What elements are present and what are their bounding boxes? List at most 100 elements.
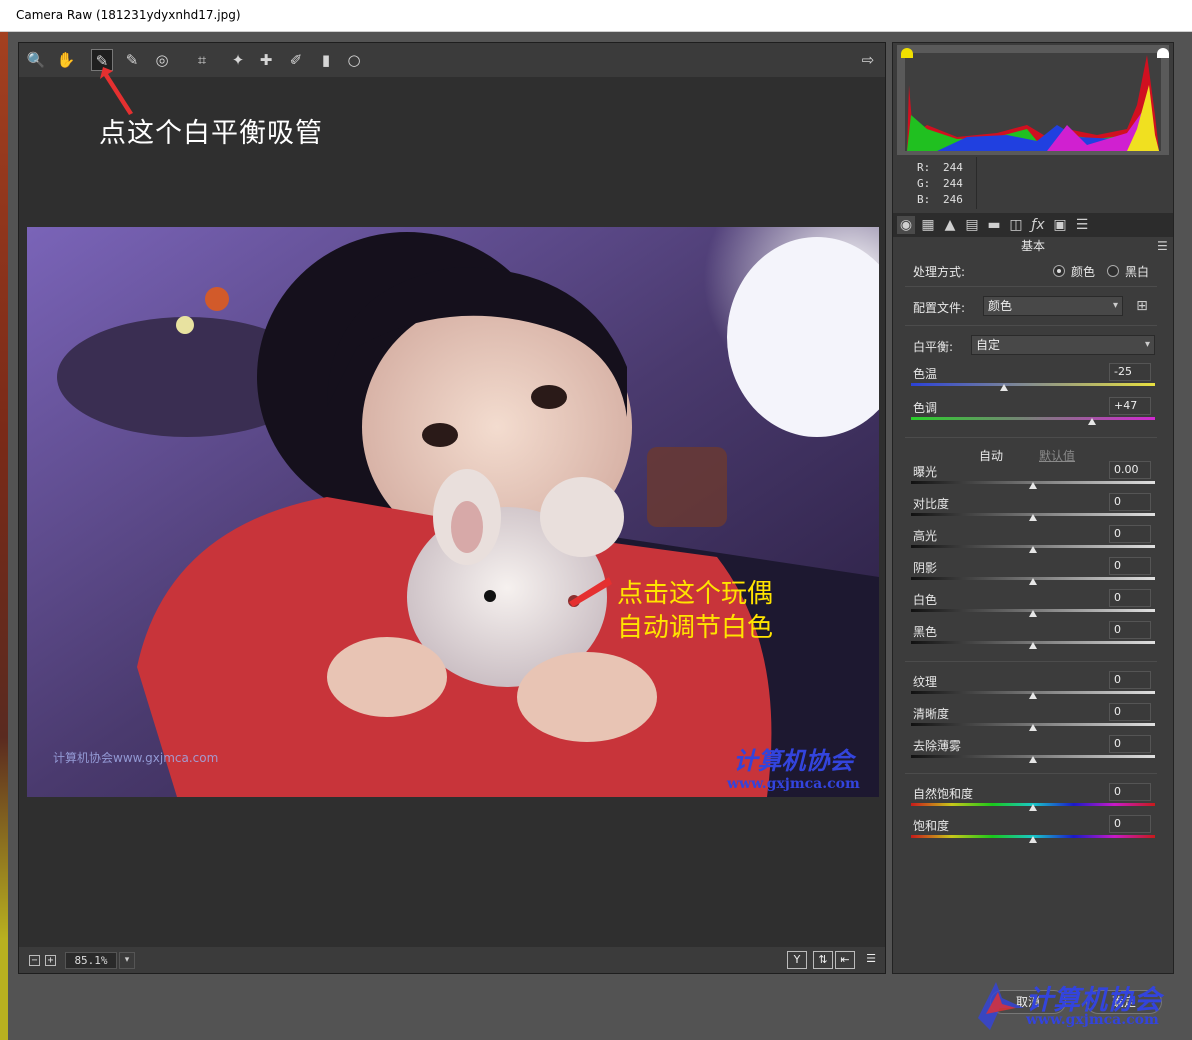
r-value: 244 — [943, 161, 963, 174]
slider-label: 对比度 — [913, 497, 950, 511]
slider-thumb[interactable] — [1029, 804, 1037, 811]
tab-calibration-icon[interactable]: ▣ — [1051, 216, 1069, 234]
profile-select[interactable]: 颜色 ▾ — [983, 296, 1123, 316]
zoom-in-button[interactable]: + — [45, 955, 56, 966]
tab-split-toning-icon[interactable]: ▬ — [985, 216, 1003, 234]
tab-detail-icon[interactable]: ▲ — [941, 216, 959, 234]
radial-filter-tool-icon[interactable]: ○ — [343, 49, 365, 71]
slider-thumb[interactable] — [1029, 514, 1037, 521]
annotation-photo-text: 点击这个玩偶 自动调节白色 — [617, 577, 773, 645]
hand-tool-icon[interactable]: ✋ — [55, 49, 77, 71]
slider-thumb[interactable] — [1029, 482, 1037, 489]
preview-panel: 🔍 ✋ ✎ ✎ ◎ ⌗ ✦ ✚ ✐ ▮ ○ ⇨ 点这个白平衡吸管 点击这个玩偶 … — [18, 42, 886, 974]
tab-effects-icon[interactable]: ƒx — [1029, 216, 1047, 234]
treatment-color-radio[interactable] — [1053, 265, 1065, 277]
slider-value-field[interactable]: 0 — [1109, 735, 1151, 753]
slider-thumb[interactable] — [1087, 418, 1096, 425]
tab-tone-curve-icon[interactable]: ▦ — [919, 216, 937, 234]
slider-label: 饱和度 — [913, 819, 950, 833]
slider-thumb[interactable] — [1029, 610, 1037, 617]
tab-presets-icon[interactable]: ☰ — [1073, 216, 1091, 234]
slider-value-field[interactable]: 0 — [1109, 621, 1151, 639]
zoom-out-button[interactable]: − — [29, 955, 40, 966]
tab-basic-icon[interactable]: ◉ — [897, 216, 915, 234]
slider-value-field[interactable]: 0 — [1109, 783, 1151, 801]
annotation-top-text: 点这个白平衡吸管 — [99, 118, 323, 149]
slider-label: 白色 — [913, 593, 938, 607]
shadow-clipping-warning-icon[interactable] — [901, 48, 913, 58]
slider-track[interactable] — [911, 417, 1155, 420]
tab-lens-icon[interactable]: ◫ — [1007, 216, 1025, 234]
camera-raw-dialog: 🔍 ✋ ✎ ✎ ◎ ⌗ ✦ ✚ ✐ ▮ ○ ⇨ 点这个白平衡吸管 点击这个玩偶 … — [8, 32, 1192, 1040]
zoom-dropdown-button[interactable]: ▾ — [119, 952, 135, 969]
slider-label: 自然饱和度 — [913, 787, 974, 801]
slider-thumb[interactable] — [1029, 546, 1037, 553]
slider-label: 色调 — [913, 401, 938, 415]
slider-value-field[interactable]: 0 — [1109, 815, 1151, 833]
graduated-filter-tool-icon[interactable]: ▮ — [315, 49, 337, 71]
wb-label: 白平衡: — [913, 340, 954, 354]
slider-thumb[interactable] — [1029, 756, 1037, 763]
view-preferences-icon[interactable]: ☰ — [861, 951, 881, 969]
watermark-url: www.gxjmca.com — [727, 776, 860, 792]
preview-bottom-bar: − + 85.1% ▾ Y ⇅ ⇤ ☰ — [19, 947, 885, 973]
profile-browser-icon[interactable]: ⊞ — [1133, 297, 1151, 315]
highlight-clipping-warning-icon[interactable] — [1157, 48, 1169, 58]
slider-value-field[interactable]: +47 — [1109, 397, 1151, 415]
crop-tool-icon[interactable]: ⌗ — [191, 49, 213, 71]
slider-value-field[interactable]: 0 — [1109, 671, 1151, 689]
background-window-edge — [0, 32, 8, 1040]
default-button[interactable]: 默认值 — [1039, 447, 1075, 464]
slider-thumb[interactable] — [1029, 724, 1037, 731]
watermark-right: 计算机协会 www.gxjmca.com — [727, 741, 860, 792]
treatment-bw-label: 黑白 — [1125, 265, 1150, 279]
slider-thumb[interactable] — [999, 384, 1008, 391]
swap-settings-button[interactable]: ⇅ — [813, 951, 833, 969]
spot-removal-tool-icon[interactable]: ✚ — [255, 49, 277, 71]
red-eye-tool-icon[interactable]: ✦ — [227, 49, 249, 71]
slider-value-field[interactable]: 0 — [1109, 589, 1151, 607]
slider-thumb[interactable] — [1029, 836, 1037, 843]
window-title: Camera Raw (181231ydyxnhd17.jpg) — [16, 8, 241, 22]
wb-value: 自定 — [976, 338, 1001, 352]
zoom-tool-icon[interactable]: 🔍 — [25, 49, 47, 71]
slider-thumb[interactable] — [1029, 642, 1037, 649]
open-preferences-icon[interactable]: ⇨ — [857, 49, 879, 71]
slider-thumb[interactable] — [1029, 692, 1037, 699]
copy-settings-button[interactable]: ⇤ — [835, 951, 855, 969]
slider-value-field[interactable]: 0 — [1109, 493, 1151, 511]
targeted-adjustment-tool-icon[interactable]: ◎ — [151, 49, 173, 71]
slider-label: 阴影 — [913, 561, 938, 575]
g-value: 244 — [943, 177, 963, 190]
annotation-arrow-top — [100, 67, 133, 115]
window-titlebar: Camera Raw (181231ydyxnhd17.jpg) — [0, 0, 1192, 32]
slider-thumb[interactable] — [1029, 578, 1037, 585]
adjustment-brush-tool-icon[interactable]: ✐ — [285, 49, 307, 71]
slider-label: 清晰度 — [913, 707, 950, 721]
slider-track[interactable] — [911, 383, 1155, 386]
slider-value-field[interactable]: 0 — [1109, 557, 1151, 575]
before-after-view-button[interactable]: Y — [787, 951, 807, 969]
annotation-photo-line2: 自动调节白色 — [617, 613, 774, 643]
slider-value-field[interactable]: -25 — [1109, 363, 1151, 381]
r-label: R: — [917, 161, 931, 174]
zoom-level-field[interactable]: 85.1% — [65, 952, 117, 969]
auto-button[interactable]: 自动 — [979, 447, 1003, 464]
section-menu-icon[interactable]: ☰ — [1157, 239, 1168, 253]
chevron-down-icon: ▾ — [1112, 300, 1118, 311]
g-label: G: — [917, 177, 931, 190]
slider-label: 曝光 — [913, 465, 938, 479]
treatment-bw-radio[interactable] — [1107, 265, 1119, 277]
slider-value-field[interactable]: 0 — [1109, 703, 1151, 721]
slider-label: 去除薄雾 — [913, 739, 962, 753]
slider-value-field[interactable]: 0.00 — [1109, 461, 1151, 479]
toolbar: 🔍 ✋ ✎ ✎ ◎ ⌗ ✦ ✚ ✐ ▮ ○ ⇨ — [19, 43, 885, 77]
divider — [905, 437, 1157, 438]
slider-label: 黑色 — [913, 625, 938, 639]
slider-value-field[interactable]: 0 — [1109, 525, 1151, 543]
photo-preview[interactable]: 点击这个玩偶 自动调节白色 计算机协会www.gxjmca.com 计算机协会 … — [27, 227, 879, 797]
wb-select[interactable]: 自定 ▾ — [971, 335, 1155, 355]
slider-label: 色温 — [913, 367, 938, 381]
panel-tabs: ◉ ▦ ▲ ▤ ▬ ◫ ƒx ▣ ☰ — [893, 213, 1173, 237]
tab-hsl-icon[interactable]: ▤ — [963, 216, 981, 234]
